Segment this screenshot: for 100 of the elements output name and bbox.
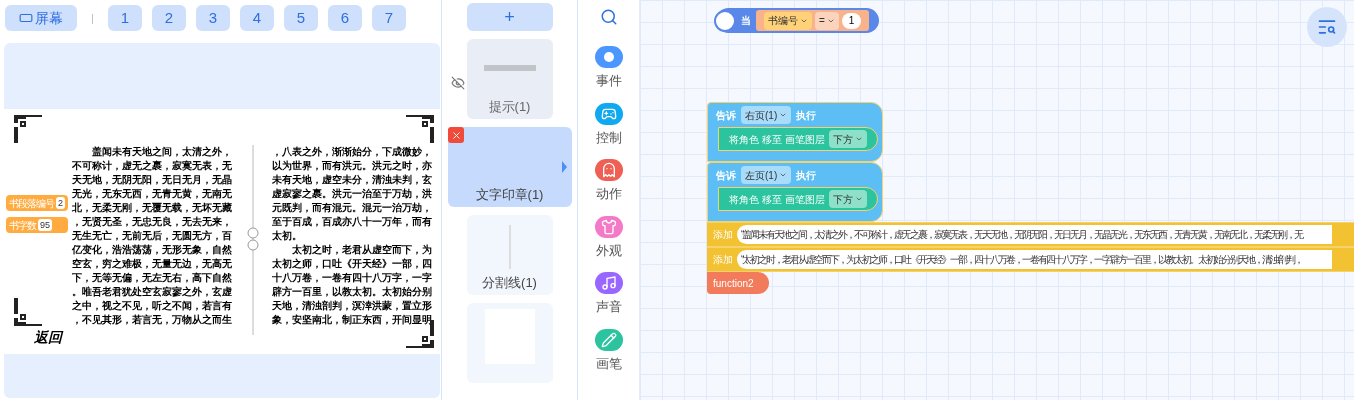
- variable-value: 2: [56, 197, 65, 209]
- expand-arrow-icon[interactable]: [562, 161, 567, 173]
- category-label: 声音: [595, 298, 622, 316]
- page-number-button[interactable]: 1: [107, 5, 142, 31]
- separator: |: [90, 10, 95, 26]
- block-label: 将角色 移至 画笔图层: [729, 132, 825, 147]
- book-text-line: 十八万卷，一卷有四十八万字，一字: [272, 271, 433, 285]
- book-text-line: 亿变化，浩浩荡荡，无形无象，自然: [72, 243, 233, 257]
- corner-ornament-icon: [12, 113, 42, 143]
- category-item[interactable]: 控制: [594, 102, 623, 147]
- book-text-line: ，无贤无圣，无忠无良，无去无来，: [72, 215, 233, 229]
- category-label: 动作: [595, 185, 622, 203]
- close-icon: [450, 129, 462, 141]
- dropdown[interactable]: 下方: [828, 130, 867, 148]
- block-label: 执行: [796, 108, 817, 123]
- book-text-line: 天地，清浊剖判，溟涬洪蒙，置立形: [272, 299, 433, 313]
- block-label: 添加: [713, 253, 733, 267]
- caret-icon: [779, 171, 788, 179]
- book-text-line: 盖闻未有天地之间，太清之外，: [91, 145, 233, 159]
- layer-card[interactable]: 分割线(1): [466, 215, 553, 295]
- book-text-line: ，不见其形，若言无，万物从之而生: [72, 313, 233, 327]
- book-text-line: 辟方一百里，以教太初。太初始分别: [272, 285, 433, 299]
- book-text-line: 空玄，穷之难极，无量无边，无高无: [72, 257, 233, 271]
- value-field[interactable]: 1: [841, 12, 862, 29]
- book-text-line: 未有天地，虚空未分，清浊未判，玄: [272, 173, 433, 187]
- book-text-line: 太初之师，口吐《开天经》一部，四: [272, 257, 433, 271]
- category-item[interactable]: 事件: [594, 46, 623, 91]
- block-label: 执行: [796, 168, 817, 183]
- book-text-line: 至于百成，百成亦八十一万年，而有: [272, 215, 433, 229]
- category-label: 事件: [595, 72, 622, 90]
- block-label: 将角色 移至 画笔图层: [729, 192, 825, 207]
- page-number-button[interactable]: 2: [151, 5, 186, 31]
- page-number-button[interactable]: 4: [239, 5, 274, 31]
- screen-icon: [19, 11, 33, 25]
- screen-button[interactable]: 屏幕: [5, 5, 77, 31]
- dropdown[interactable]: 右页(1): [741, 106, 792, 124]
- page-number-button[interactable]: 6: [327, 5, 362, 31]
- category-label: 控制: [595, 128, 622, 147]
- move-layer-block[interactable]: 将角色 移至 画笔图层 下方: [718, 187, 878, 211]
- text-input-field[interactable]: “太初之时，老君从虚空而下，为太初之师，口吐《开天经》一部，四十八万卷，一卷有四十八万字，一字辟方一百里，以教太初。太初始分别天地，清浊剖判，: [737, 250, 1333, 269]
- page-number-button[interactable]: 3: [195, 5, 230, 31]
- book-text-line: 虚寂寥之裹。洪元一治至于万劫，洪: [272, 187, 433, 201]
- book-text-line: 以为世界，而有洪元。洪元之时，亦: [272, 159, 433, 173]
- category-item[interactable]: 动作: [594, 159, 623, 204]
- book-text-line: 太初之时，老君从虚空而下，为: [291, 243, 433, 257]
- category-label: 画笔: [595, 354, 622, 373]
- corner-ornament-icon: [406, 113, 436, 143]
- book-text-line: 太初。: [272, 229, 303, 243]
- add-layer-button[interactable]: +: [466, 3, 553, 31]
- caret-icon: [854, 195, 863, 203]
- dropdown[interactable]: 书编号: [764, 11, 812, 30]
- dropdown[interactable]: =: [815, 11, 839, 30]
- book-text-line: 元既判，而有混元。混元一治万劫，: [272, 201, 433, 215]
- layer-card[interactable]: 提示(1): [466, 39, 553, 119]
- caret-icon: [854, 135, 863, 143]
- book-text-line: ，八表之外，渐渐始分，下成微妙，: [272, 145, 433, 159]
- search-code-button[interactable]: [1307, 7, 1347, 47]
- book-text-line: 下，无等无偏，无左无右，高下自然: [72, 271, 233, 285]
- tell-block[interactable]: 告诉 左页(1) 执行 将角色 移至 画笔图层 下方: [707, 162, 883, 222]
- delete-button[interactable]: [448, 127, 464, 143]
- variable-badge: 书字数 95: [6, 217, 68, 233]
- condition-block[interactable]: 书编号 = 1: [756, 10, 870, 31]
- layer-label: 分割线(1): [482, 273, 537, 292]
- text-search-icon: [1317, 17, 1337, 37]
- add-block[interactable]: 添加 “盖闻未有天地之间，太清之外，不可称计，虚无之裹，寂寞无表，无天无地，无阴无阳，无日无月，无晶无光，无东无西，无青无黄，无南无北，无柔无刚，无: [707, 222, 1354, 247]
- back-label[interactable]: 返回: [34, 327, 62, 348]
- search-icon[interactable]: [599, 8, 618, 26]
- tell-block[interactable]: 告诉 右页(1) 执行 将角色 移至 画笔图层 下方: [707, 102, 883, 162]
- page-number-button[interactable]: 5: [283, 5, 318, 31]
- variable-badge: 书段落编号 2: [6, 195, 68, 211]
- category-label: 外观: [595, 241, 622, 260]
- book-text-line: 天无地，无阴无阳，无日无月，无晶: [72, 173, 233, 187]
- divider-thumbnail-icon: [508, 225, 511, 269]
- move-layer-block[interactable]: 将角色 移至 画笔图层 下方: [718, 127, 878, 151]
- block-icon: [714, 9, 736, 32]
- variable-value: 95: [38, 219, 52, 231]
- book-text-line: 不可称计，虚无之裹，寂寞无表，无: [72, 159, 233, 173]
- layer-card[interactable]: 文字印章(1): [447, 127, 572, 207]
- hidden-eye-icon[interactable]: [451, 76, 465, 90]
- book-text-line: 无生无亡，无前无后，无圆无方，百: [72, 229, 233, 243]
- book-text-line: 北，无柔无刚，无覆无载，无坏无藏: [72, 201, 233, 215]
- add-block[interactable]: 添加 “太初之时，老君从虚空而下，为太初之师，口吐《开天经》一部，四十八万卷，一卷有四十八万字，一字辟方一百里，以教太初。太初始分别天地，清浊剖判，: [707, 247, 1354, 272]
- category-item[interactable]: 画笔: [594, 328, 623, 373]
- page-number-button[interactable]: 7: [371, 5, 406, 31]
- dropdown[interactable]: 左页(1): [741, 166, 792, 184]
- book-text-line: 。唯吾老君犹处空玄寂寥之外，玄虚: [72, 285, 233, 299]
- category-item[interactable]: 外观: [594, 215, 623, 260]
- category-item[interactable]: 声音: [594, 272, 623, 317]
- layer-label: 提示(1): [488, 97, 531, 116]
- block-label: 当: [741, 14, 751, 28]
- when-hat-block[interactable]: 当 书编号 = 1: [716, 8, 880, 33]
- caret-icon: [779, 111, 788, 119]
- block-label: 告诉: [716, 108, 736, 123]
- book-text-line: 之中，视之不见，听之不闻，若言有: [72, 299, 233, 313]
- block-label: 添加: [713, 228, 733, 242]
- text-input-field[interactable]: “盖闻未有天地之间，太清之外，不可称计，虚无之裹，寂寞无表，无天无地，无阴无阳，无日无月，无晶无光，无东无西，无青无黄，无南无北，无柔无刚，无: [737, 225, 1333, 244]
- image-thumbnail: [483, 65, 536, 71]
- dropdown[interactable]: 下方: [828, 190, 867, 208]
- layer-label: 文字印章(1): [475, 185, 544, 204]
- block-label: 告诉: [716, 168, 736, 183]
